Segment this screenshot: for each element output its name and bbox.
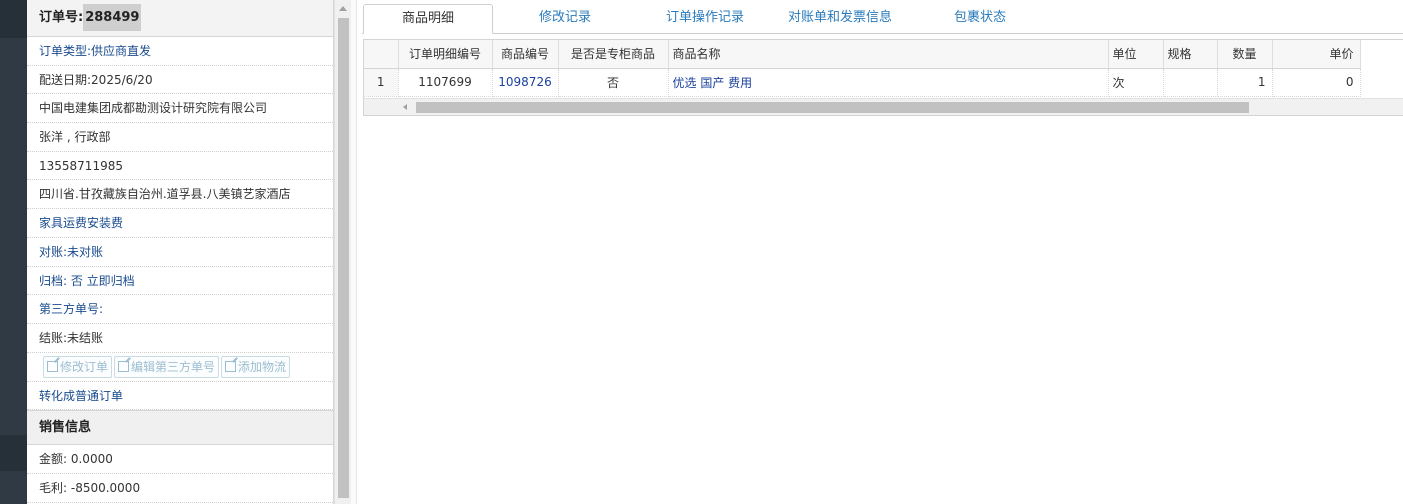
contact-phone: 13558711985: [27, 152, 333, 181]
order-category-link[interactable]: 家具运费安装费: [27, 209, 333, 238]
tab-package-status[interactable]: 包裹状态: [935, 4, 1025, 34]
product-id-link[interactable]: 1098726: [492, 68, 559, 97]
quantity-cell: 1: [1217, 68, 1273, 97]
col-header-product-id[interactable]: 商品编号: [492, 40, 559, 69]
col-header-product-name[interactable]: 商品名称: [668, 40, 1109, 69]
unit-cell: 次: [1108, 68, 1164, 97]
grid-horizontal-scrollbar[interactable]: [364, 98, 1403, 115]
add-logistics-label: 添加物流: [238, 359, 287, 374]
scroll-left-arrow-icon[interactable]: [403, 104, 407, 110]
nav-strip-segment: [0, 435, 27, 471]
col-header-detail-id[interactable]: 订单明细编号: [398, 40, 493, 69]
col-header-counter-product[interactable]: 是否是专柜商品: [558, 40, 669, 69]
third-party-number[interactable]: 第三方单号:: [27, 295, 333, 324]
add-logistics-button[interactable]: 添加物流: [221, 355, 291, 378]
panel-splitter[interactable]: [351, 0, 357, 504]
product-name-link[interactable]: 优选 国产 费用: [668, 68, 1109, 97]
col-header-unit-price[interactable]: 单价: [1272, 40, 1361, 69]
company-name: 中国电建集团成都勘测设计研究院有限公司: [27, 94, 333, 124]
col-header-spec[interactable]: 规格: [1163, 40, 1218, 69]
left-nav-strip: [0, 0, 27, 504]
sales-info-heading: 销售信息: [27, 410, 333, 446]
scrollbar-thumb[interactable]: [338, 18, 349, 498]
edit-third-party-number-button[interactable]: 编辑第三方单号: [114, 355, 220, 378]
counter-product-cell: 否: [558, 68, 669, 97]
reconcile-status-link[interactable]: 对账:未对账: [27, 238, 333, 267]
tab-order-operation-log[interactable]: 订单操作记录: [645, 4, 765, 34]
spec-cell: [1163, 68, 1218, 97]
product-table: 订单明细编号 商品编号 是否是专柜商品 商品名称 单位 规格 数量 单价 1 1…: [364, 40, 1361, 97]
table-row[interactable]: 1 1107699 1098726 否 优选 国产 费用 次 1 0: [364, 68, 1361, 97]
gross-profit: 毛利: -8500.0000: [27, 474, 333, 503]
order-number-row: 订单号: 288499: [27, 0, 333, 37]
detail-id-cell: 1107699: [398, 68, 493, 97]
nav-strip-segment: [0, 0, 27, 38]
sales-amount: 金额: 0.0000: [27, 445, 333, 474]
horizontal-scrollbar-thumb[interactable]: [416, 102, 1249, 113]
order-type[interactable]: 订单类型:供应商直发: [27, 37, 333, 66]
contact-person: 张洋 , 行政部: [27, 123, 333, 152]
archive-status-link[interactable]: 归档: 否 立即归档: [27, 267, 333, 296]
col-header-unit[interactable]: 单位: [1108, 40, 1164, 69]
tab-product-details[interactable]: 商品明细: [363, 4, 493, 34]
convert-to-normal-order-link[interactable]: 转化成普通订单: [27, 382, 333, 411]
col-header-quantity[interactable]: 数量: [1217, 40, 1273, 69]
delivery-date: 配送日期:2025/6/20: [27, 66, 333, 95]
settlement-status: 结账:未结账: [27, 324, 333, 353]
product-details-grid: 订单明细编号 商品编号 是否是专柜商品 商品名称 单位 规格 数量 单价 1 1…: [363, 39, 1403, 116]
order-action-buttons: 修改订单 编辑第三方单号 添加物流: [27, 353, 333, 382]
edit-icon: [225, 360, 237, 372]
panel-vertical-scrollbar[interactable]: [334, 0, 351, 504]
delivery-address: 四川省.甘孜藏族自治州.道孚县.八美镇艺家酒店: [27, 180, 333, 210]
unit-price-cell: 0: [1272, 68, 1361, 97]
table-header-row: 订单明细编号 商品编号 是否是专柜商品 商品名称 单位 规格 数量 单价: [364, 40, 1361, 69]
tab-modification-log[interactable]: 修改记录: [515, 4, 615, 34]
edit-third-party-label: 编辑第三方单号: [131, 359, 216, 374]
tab-statement-invoice[interactable]: 对账单和发票信息: [765, 4, 915, 34]
edit-icon: [118, 360, 130, 372]
order-info-panel: 订单号: 288499 订单类型:供应商直发 配送日期:2025/6/20 中国电…: [27, 0, 334, 504]
edit-icon: [47, 360, 58, 372]
scroll-up-arrow-icon[interactable]: [339, 6, 347, 11]
col-header-rownum: [364, 40, 399, 69]
order-number-label: 订单号:: [39, 10, 84, 25]
order-number-value: 288499: [83, 4, 142, 31]
edit-order-label: 修改订单: [60, 359, 109, 374]
row-number: 1: [364, 68, 399, 97]
detail-tabs: 商品明细 修改记录 订单操作记录 对账单和发票信息 包裹状态: [357, 0, 1403, 35]
edit-order-button[interactable]: 修改订单: [43, 355, 113, 378]
